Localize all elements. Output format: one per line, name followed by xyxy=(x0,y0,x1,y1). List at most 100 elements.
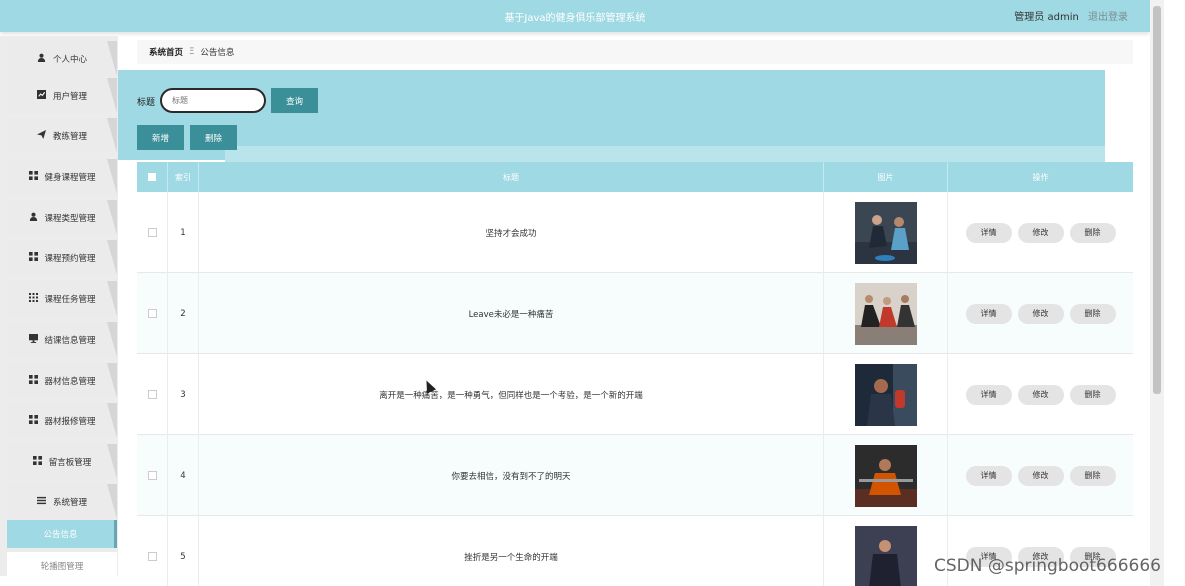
search-input[interactable] xyxy=(160,88,266,113)
sidebar-item-course-task[interactable]: 课程任务管理 xyxy=(7,281,117,316)
query-button[interactable]: 查询 xyxy=(271,88,318,113)
sidebar-item-label: 课程预约管理 xyxy=(44,253,96,264)
select-all-checkbox[interactable] xyxy=(148,173,156,181)
watermark: CSDN @springboot666666 xyxy=(934,556,1161,576)
delete-button[interactable]: 删除 xyxy=(1069,222,1116,243)
sidebar-item-course-booking[interactable]: 课程预约管理 xyxy=(7,240,117,275)
sidebar-item-label: 留言板管理 xyxy=(48,457,92,468)
edit-button[interactable]: 修改 xyxy=(1017,222,1064,243)
sidebar-item-label: 器材信息管理 xyxy=(44,376,96,387)
edit-button[interactable]: 修改 xyxy=(1017,384,1064,405)
breadcrumb-current: 公告信息 xyxy=(200,48,235,58)
breadcrumb: 系统首页 Ξ 公告信息 xyxy=(137,40,1133,64)
sidebar-item-system-management[interactable]: 系统管理 xyxy=(7,484,117,519)
edit-button[interactable]: 修改 xyxy=(1017,303,1064,324)
app-root: 基于Java的健身俱乐部管理系统 管理员 admin 退出登录 个人中心 用户管… xyxy=(0,0,1185,586)
sidebar-item-label: 课程任务管理 xyxy=(44,294,96,305)
monitor-icon xyxy=(28,333,38,346)
row-image-cell xyxy=(824,354,948,435)
sidebar-item-course-type[interactable]: 课程类型管理 xyxy=(7,200,117,235)
table-row: 2 Leave未必是一种痛苦 详情 修改 删除 xyxy=(137,273,1133,354)
sidebar-item-label: 器材报修管理 xyxy=(44,416,96,427)
search-label: 标题 xyxy=(137,98,156,108)
delete-button[interactable]: 删除 xyxy=(1069,465,1116,486)
row-checkbox[interactable] xyxy=(147,552,157,561)
batch-delete-button[interactable]: 删除 xyxy=(190,125,237,150)
row-image-cell xyxy=(824,192,948,273)
row-title: 挫折是另一个生命的开端 xyxy=(199,516,824,586)
col-title: 标题 xyxy=(199,162,824,192)
sidebar-item-equipment-info[interactable]: 器材信息管理 xyxy=(7,363,117,398)
person-icon xyxy=(28,212,38,224)
row-actions: 详情 修改 删除 xyxy=(948,273,1133,354)
row-checkbox[interactable] xyxy=(147,390,157,399)
detail-button[interactable]: 详情 xyxy=(965,465,1012,486)
sidebar-item-class-completion[interactable]: 结课信息管理 xyxy=(7,322,117,357)
row-checkbox[interactable] xyxy=(147,471,157,480)
top-header: 基于Java的健身俱乐部管理系统 管理员 admin 退出登录 xyxy=(0,0,1150,32)
breadcrumb-home[interactable]: 系统首页 xyxy=(149,46,183,58)
row-image-cell xyxy=(824,516,948,586)
admin-area: 管理员 admin 退出登录 xyxy=(1014,8,1128,23)
menu-icon xyxy=(37,496,47,508)
col-index: 索引 xyxy=(168,162,199,192)
apps-icon xyxy=(28,292,38,305)
add-button[interactable]: 新增 xyxy=(137,125,184,150)
app-title: 基于Java的健身俱乐部管理系统 xyxy=(504,13,646,24)
fitness-photo[interactable] xyxy=(854,525,917,586)
sidebar-item-message-board[interactable]: 留言板管理 xyxy=(7,444,117,479)
table-row: 4 你要去相信，没有到不了的明天 详情 修改 删除 xyxy=(137,435,1133,516)
row-actions: 详情 修改 删除 xyxy=(948,192,1133,273)
sidebar: 个人中心 用户管理 教练管理 健身课程管理 课程类型管理 课程预约管理 课程任务… xyxy=(0,36,118,576)
logout-link[interactable]: 退出登录 xyxy=(1088,12,1128,23)
col-image: 图片 xyxy=(824,162,948,192)
sidebar-item-label: 课程类型管理 xyxy=(44,213,96,224)
sidebar-item-fitness-course[interactable]: 健身课程管理 xyxy=(7,159,117,194)
send-icon xyxy=(37,129,47,142)
grid-icon xyxy=(28,170,38,183)
row-title: 你要去相信，没有到不了的明天 xyxy=(199,435,824,516)
row-index: 4 xyxy=(168,435,199,516)
row-actions: 详情 修改 删除 xyxy=(948,435,1133,516)
row-image-cell xyxy=(824,435,948,516)
chart-icon xyxy=(37,89,47,102)
detail-button[interactable]: 详情 xyxy=(965,303,1012,324)
admin-label: 管理员 admin xyxy=(1014,12,1079,23)
sidebar-subitem-carousel[interactable]: 轮播图管理 xyxy=(7,552,117,576)
row-checkbox[interactable] xyxy=(147,309,157,318)
sidebar-item-user-management[interactable]: 用户管理 xyxy=(7,78,117,113)
scrollbar-thumb[interactable] xyxy=(1153,6,1161,394)
delete-button[interactable]: 删除 xyxy=(1069,303,1116,324)
sidebar-item-label: 系统管理 xyxy=(52,497,87,508)
sidebar-item-coach-management[interactable]: 教练管理 xyxy=(7,118,117,153)
sidebar-subitem-announcements[interactable]: 公告信息 xyxy=(7,520,117,548)
sidebar-item-label: 用户管理 xyxy=(52,91,87,102)
detail-button[interactable]: 详情 xyxy=(965,222,1012,243)
grid-icon xyxy=(28,251,38,264)
fitness-photo[interactable] xyxy=(854,282,917,345)
page-scrollbar[interactable] xyxy=(1150,0,1164,586)
col-ops: 操作 xyxy=(1032,172,1049,182)
fitness-photo[interactable] xyxy=(854,363,917,426)
edit-button[interactable]: 修改 xyxy=(1017,465,1064,486)
sidebar-item-label: 健身课程管理 xyxy=(44,172,96,183)
detail-button[interactable]: 详情 xyxy=(965,384,1012,405)
fitness-photo[interactable] xyxy=(854,201,917,264)
row-index: 1 xyxy=(168,192,199,273)
row-checkbox[interactable] xyxy=(147,228,157,237)
table-row: 3 离开是一种痛苦，是一种勇气，但同样也是一个考验，是一个新的开端 详情 修改 … xyxy=(137,354,1133,435)
row-title: 离开是一种痛苦，是一种勇气，但同样也是一个考验，是一个新的开端 xyxy=(199,354,824,435)
sidebar-item-label: 结课信息管理 xyxy=(44,335,96,346)
row-title: 坚持才会成功 xyxy=(199,192,824,273)
delete-button[interactable]: 删除 xyxy=(1069,384,1116,405)
sidebar-item-equipment-repair[interactable]: 器材报修管理 xyxy=(7,403,117,438)
row-index: 5 xyxy=(168,516,199,586)
row-index: 3 xyxy=(168,354,199,435)
sidebar-item-personal-center[interactable]: 个人中心 xyxy=(7,41,117,76)
panel-fold xyxy=(225,146,1105,162)
grid-icon xyxy=(33,455,43,468)
table-row: 1 坚持才会成功 详情 修改 删除 xyxy=(137,192,1133,273)
fitness-photo[interactable] xyxy=(854,444,917,507)
row-actions: 详情 修改 删除 xyxy=(948,354,1133,435)
row-index: 2 xyxy=(168,273,199,354)
